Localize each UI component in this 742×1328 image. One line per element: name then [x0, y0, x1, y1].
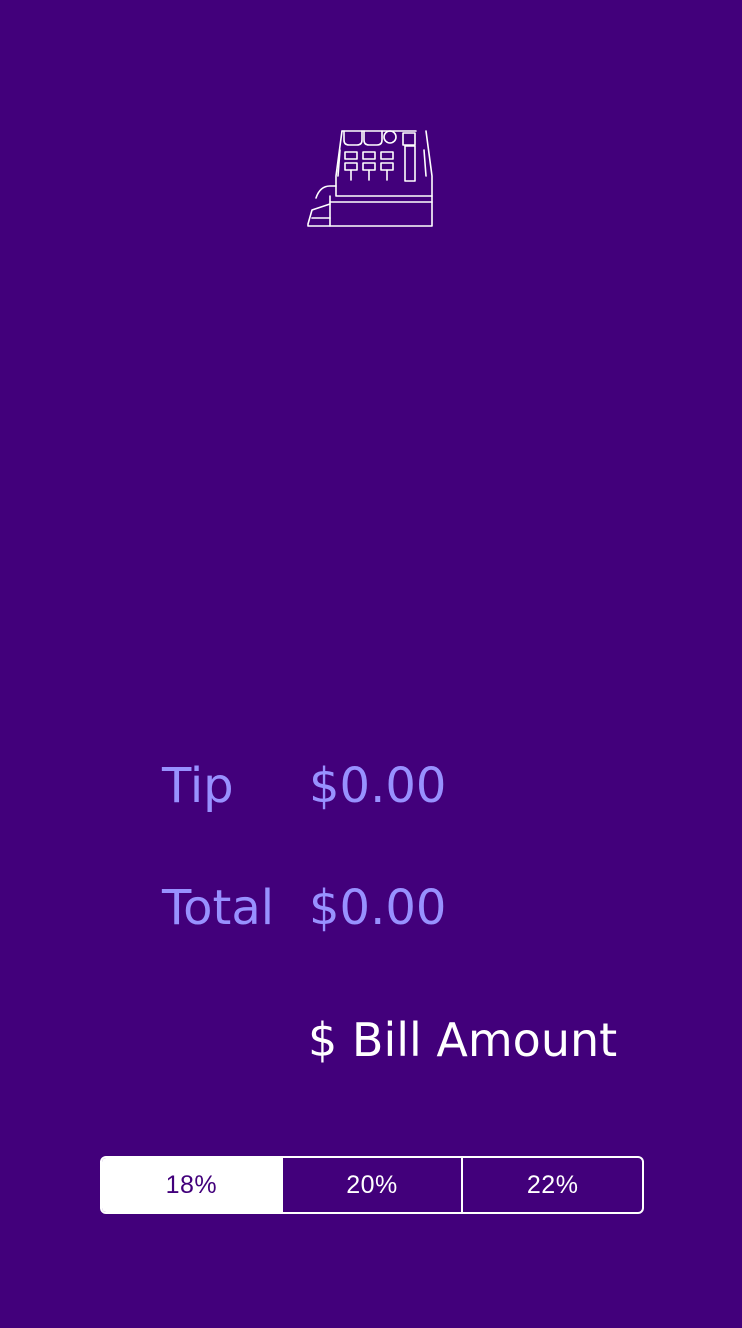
tip-option-20[interactable]: 20%	[280, 1158, 462, 1212]
tip-option-18[interactable]: 18%	[102, 1158, 281, 1212]
tip-option-22[interactable]: 22%	[461, 1158, 642, 1212]
total-amount: $0.00	[309, 880, 447, 936]
tip-amount: $0.00	[309, 758, 447, 814]
tip-label: Tip	[162, 758, 234, 814]
cash-register-icon	[306, 126, 436, 232]
tip-percentage-selector: 18% 20% 22%	[100, 1156, 644, 1214]
total-label: Total	[162, 880, 275, 936]
bill-amount-input[interactable]	[308, 1008, 638, 1072]
